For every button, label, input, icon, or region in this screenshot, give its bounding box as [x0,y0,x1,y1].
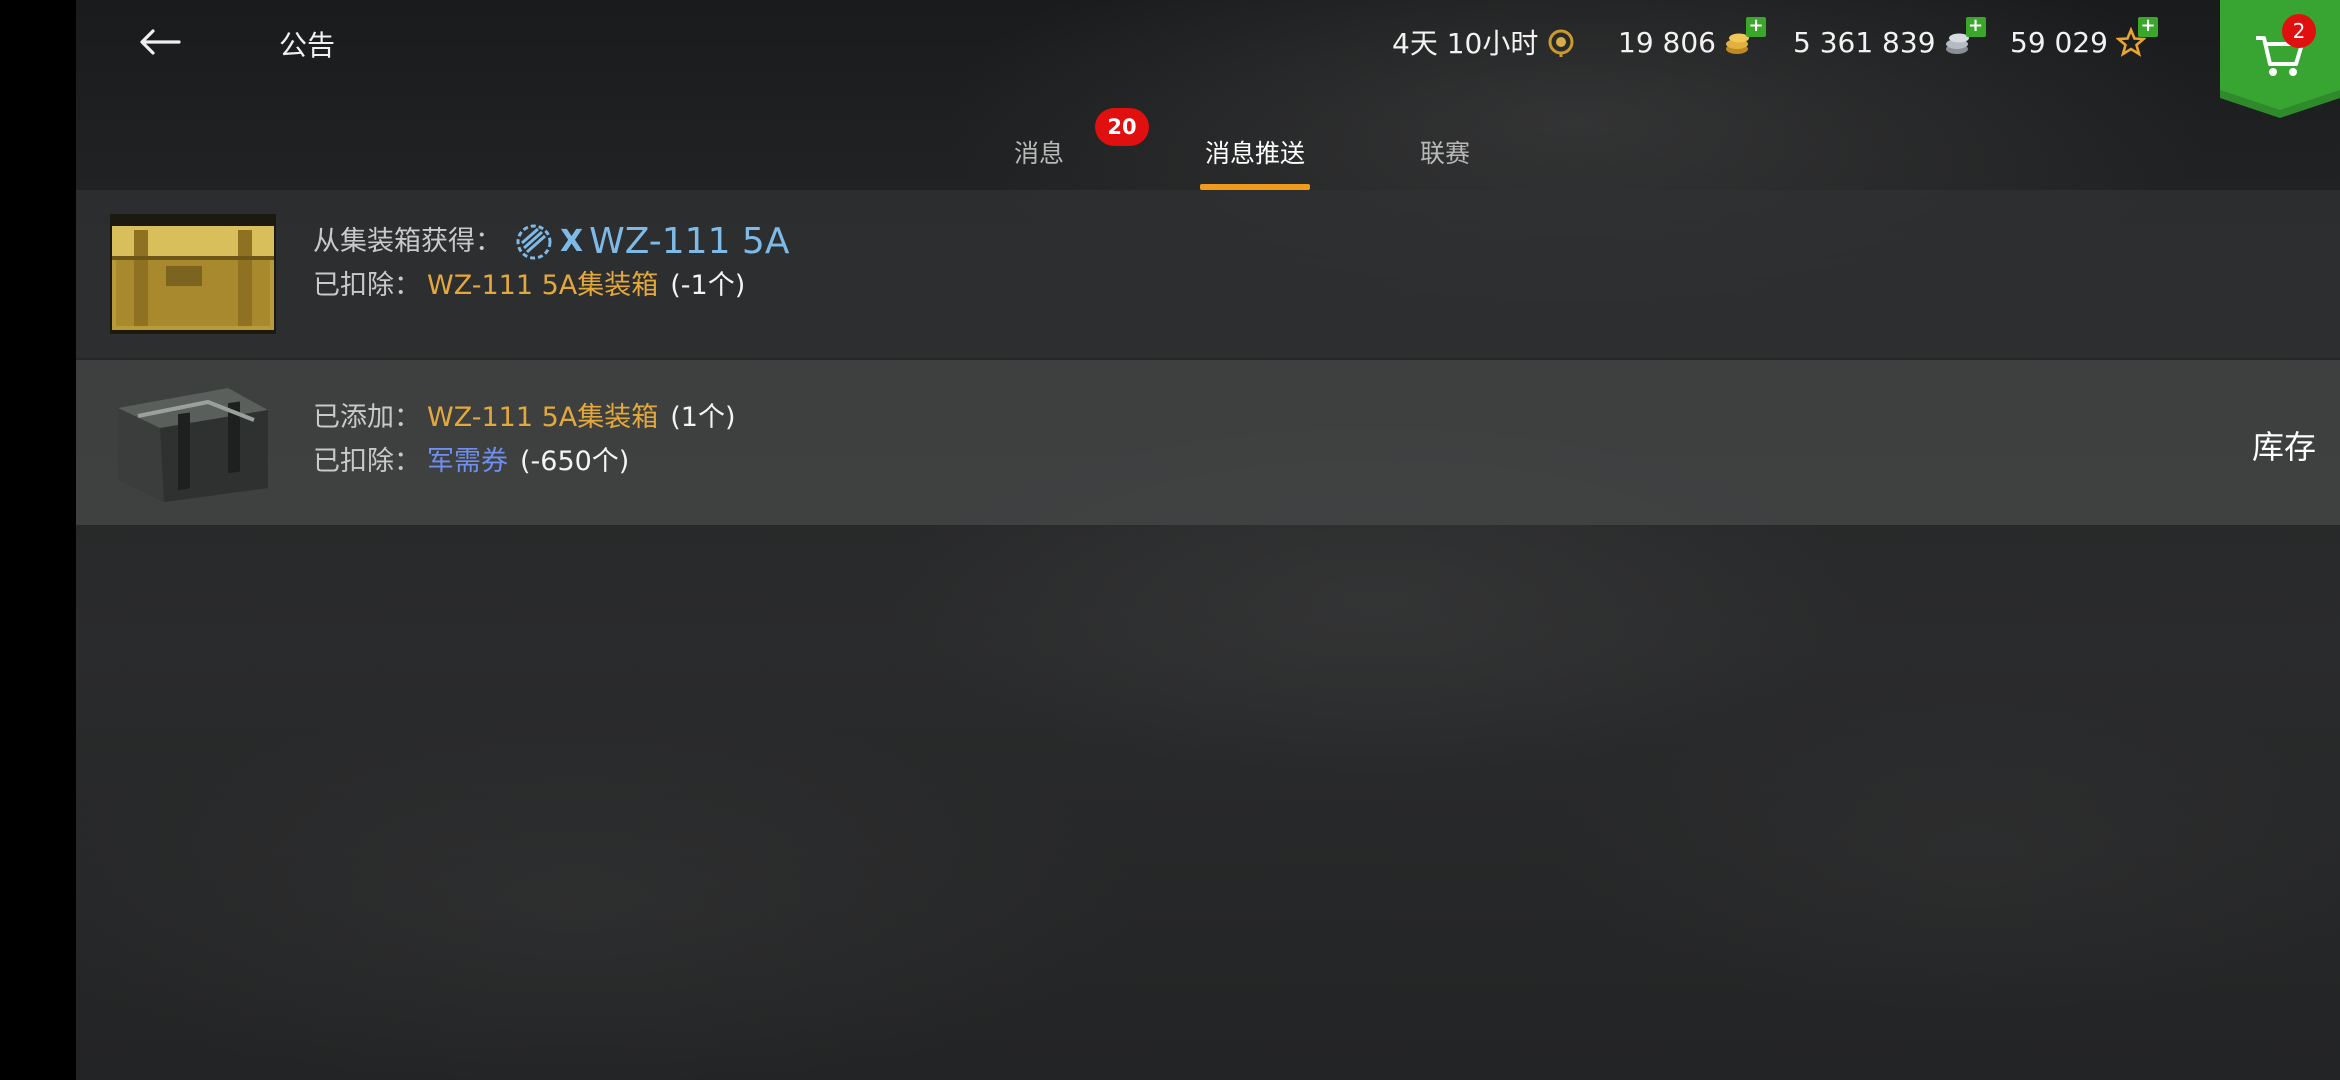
quantity: (-1个) [670,270,746,301]
message-label: 已扣除： [313,446,421,477]
container-name: WZ-111 5A集装箱 [427,402,659,433]
dark-container-icon [118,388,268,502]
messages-unread-badge: 20 [1095,108,1149,146]
message-text: 从集装箱获得： X WZ-111 5A 已扣除： WZ-111 5A集装箱 (-… [313,220,789,308]
tab-messages[interactable]: 消息 [994,128,1084,190]
message-item[interactable]: 已添加： WZ-111 5A集装箱 (1个) 已扣除： 军需券 (-650个) … [76,360,2340,525]
quantity: (-650个) [520,446,630,477]
message-label: 已添加： [313,402,421,433]
tank-tier: X [560,224,584,259]
shop-cart-button[interactable]: 2 [2220,0,2340,118]
back-button[interactable] [128,18,192,66]
gold-coins-icon: + [1724,17,1766,57]
inventory-button[interactable]: 库存 [2252,422,2316,468]
tab-league-label: 联赛 [1419,139,1470,168]
tab-messages-label: 消息 [1013,139,1064,168]
left-black-bar [0,0,76,1080]
tank-class-icon [516,224,552,260]
announcements-screen: 公告 4天 10小时 19 806 + 5 361 839 + 59 029 +… [76,0,2340,1080]
tab-league[interactable]: 联赛 [1400,128,1490,190]
tank-name: WZ-111 5A [589,221,790,262]
page-title: 公告 [279,29,336,62]
cart-count-badge: 2 [2282,14,2316,48]
quantity: (1个) [670,402,736,433]
premium-time-value: 4天 10小时 [1392,27,1539,60]
message-item[interactable]: 从集装箱获得： X WZ-111 5A 已扣除： WZ-111 5A集装箱 (-… [76,190,2340,358]
premium-time[interactable]: 4天 10小时 [1392,22,1576,62]
gold-value: 19 806 [1618,25,1716,59]
message-text: 已添加： WZ-111 5A集装箱 (1个) 已扣除： 军需券 (-650个) [313,396,735,484]
shop-banner-icon [2220,0,2340,118]
buy-free-xp-plus-icon[interactable]: + [2137,17,2158,37]
gold-balance[interactable]: 19 806 + [1618,17,1766,62]
tab-push-messages-label: 消息推送 [1204,139,1305,168]
silver-credits-icon: + [1944,17,1986,57]
arrow-left-icon [140,29,181,55]
free-xp-star-icon: + [2115,17,2158,57]
credits-value: 5 361 839 [1793,25,1936,59]
free-xp-balance[interactable]: 59 029 + [2010,17,2158,62]
tab-bar: 消息 消息推送 联赛 [76,128,2340,190]
container-name: WZ-111 5A集装箱 [427,270,659,301]
premium-laurel-icon [1546,27,1576,57]
tab-push-messages[interactable]: 消息推送 [1200,128,1310,190]
buy-gold-plus-icon[interactable]: + [1745,17,1766,37]
currency-name: 军需券 [427,446,508,477]
credits-balance[interactable]: 5 361 839 + [1793,17,1986,62]
gold-container-icon [110,214,276,334]
buy-credits-plus-icon[interactable]: + [1965,17,1986,37]
message-label: 已扣除： [313,270,421,301]
free-xp-value: 59 029 [2010,25,2108,59]
message-label: 从集装箱获得： [313,226,502,257]
